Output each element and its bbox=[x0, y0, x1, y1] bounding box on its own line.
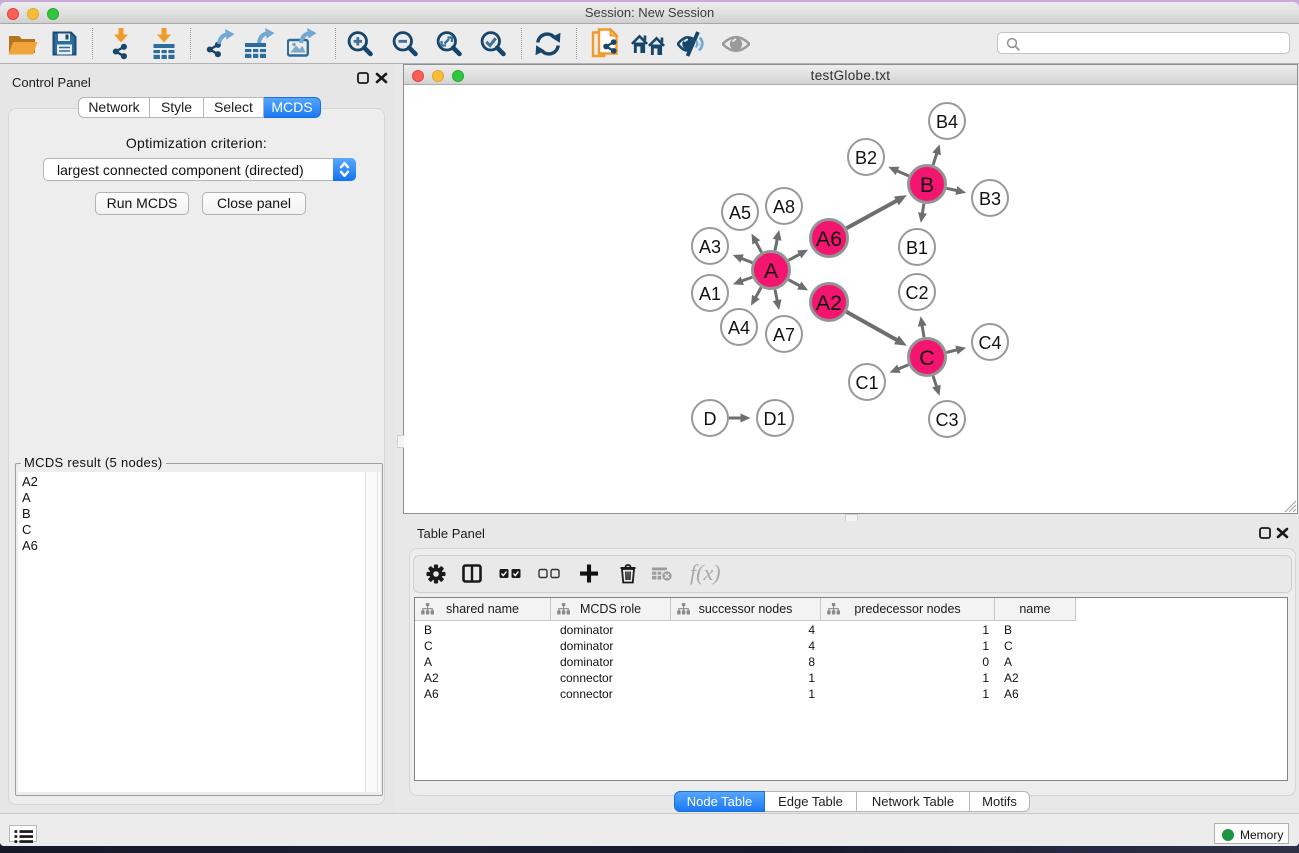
svg-text:A4: A4 bbox=[728, 318, 750, 338]
svg-text:B2: B2 bbox=[855, 148, 877, 168]
svg-text:A5: A5 bbox=[729, 203, 751, 223]
svg-text:A3: A3 bbox=[699, 237, 721, 257]
svg-text:C3: C3 bbox=[935, 410, 958, 430]
svg-text:B3: B3 bbox=[979, 189, 1001, 209]
svg-text:A2: A2 bbox=[816, 291, 842, 315]
svg-text:D: D bbox=[704, 409, 717, 429]
svg-text:D1: D1 bbox=[763, 409, 786, 429]
svg-text:B1: B1 bbox=[906, 238, 928, 258]
svg-text:C2: C2 bbox=[905, 283, 928, 303]
svg-text:C1: C1 bbox=[855, 373, 878, 393]
svg-text:A: A bbox=[764, 259, 779, 283]
svg-text:B: B bbox=[920, 173, 934, 197]
svg-text:A8: A8 bbox=[773, 197, 795, 217]
svg-text:A1: A1 bbox=[699, 284, 721, 304]
svg-text:C: C bbox=[919, 346, 935, 370]
svg-text:C4: C4 bbox=[978, 333, 1001, 353]
svg-text:B4: B4 bbox=[936, 112, 958, 132]
svg-text:A6: A6 bbox=[816, 227, 842, 251]
svg-text:A7: A7 bbox=[773, 325, 795, 345]
